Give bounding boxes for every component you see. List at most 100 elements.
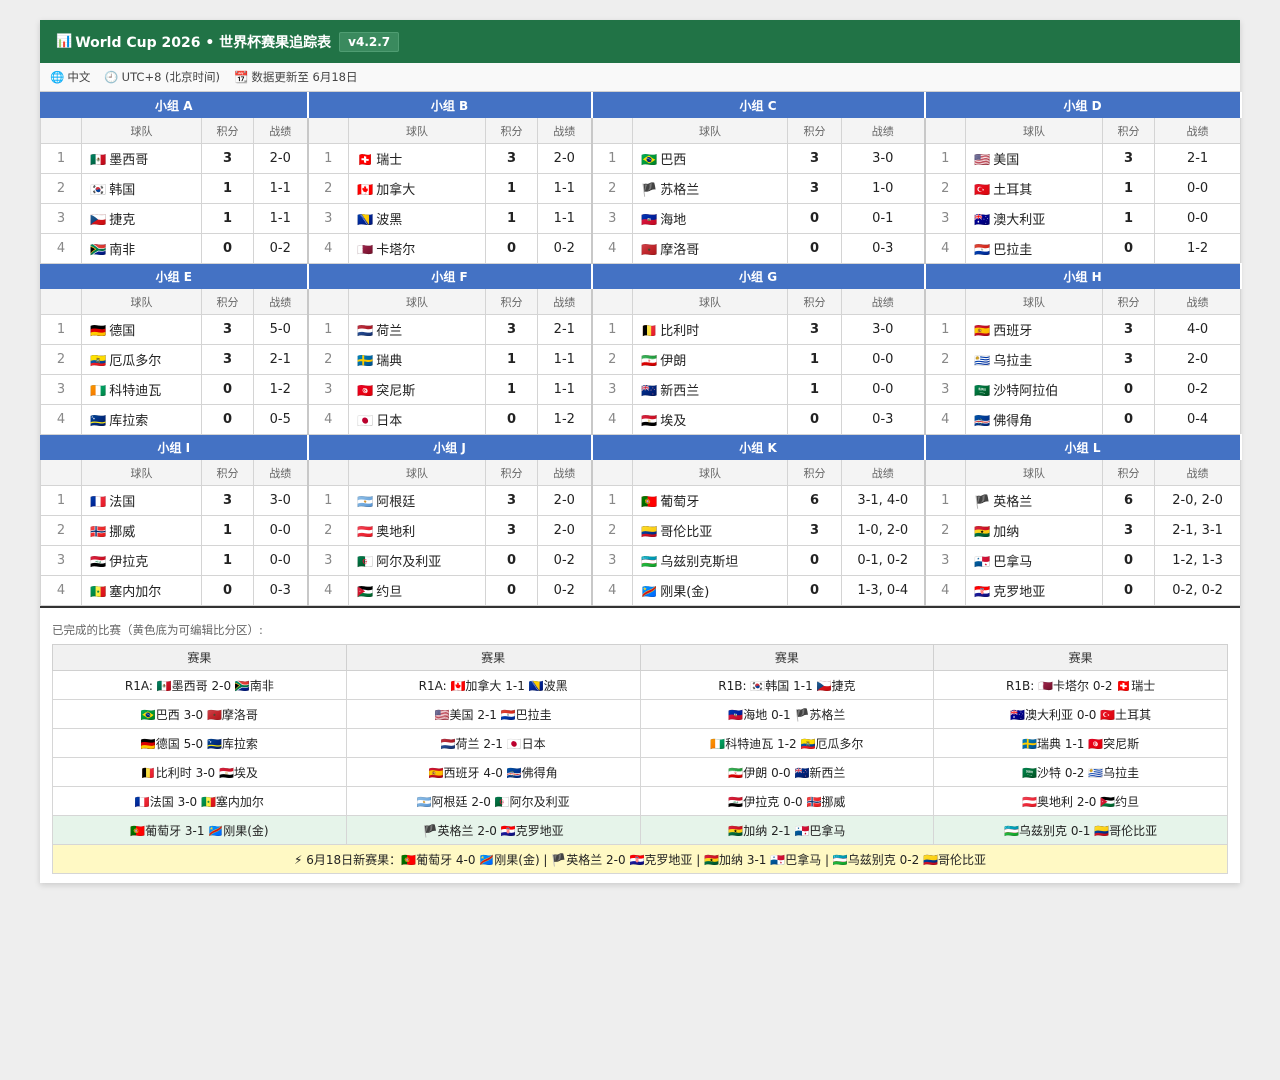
record-cell[interactable]: 2-1: [252, 344, 309, 375]
record-cell[interactable]: 2-1: [537, 314, 593, 345]
points-cell[interactable]: 1: [485, 344, 539, 375]
points-cell[interactable]: 6: [787, 485, 843, 516]
record-cell[interactable]: 0-4: [1154, 404, 1242, 435]
match-result-cell[interactable]: 🇸🇪瑞典 1-1 🇹🇳突尼斯: [933, 728, 1228, 758]
points-cell[interactable]: 3: [1102, 344, 1156, 375]
team-cell[interactable]: 🇭🇷 克罗地亚: [965, 575, 1104, 606]
team-cell[interactable]: 🇶🇦 卡塔尔: [348, 233, 487, 264]
points-cell[interactable]: 0: [787, 233, 843, 264]
team-cell[interactable]: 🇩🇿 阿尔及利亚: [348, 545, 487, 576]
points-cell[interactable]: 1: [1102, 173, 1156, 204]
points-cell[interactable]: 3: [787, 173, 843, 204]
record-cell[interactable]: 1-2: [1154, 233, 1242, 264]
team-cell[interactable]: 🇮🇷 伊朗: [632, 344, 789, 375]
team-cell[interactable]: 🇺🇿 乌兹别克斯坦: [632, 545, 789, 576]
team-cell[interactable]: 🇳🇿 新西兰: [632, 374, 789, 405]
team-cell[interactable]: 🇦🇺 澳大利亚: [965, 203, 1104, 234]
points-cell[interactable]: 1: [201, 515, 254, 546]
record-cell[interactable]: 1-3, 0-4: [841, 575, 926, 606]
team-cell[interactable]: 🇭🇹 海地: [632, 203, 789, 234]
team-cell[interactable]: 🇩🇪 德国: [81, 314, 202, 345]
team-cell[interactable]: 🇦🇹 奥地利: [348, 515, 487, 546]
match-result-cell[interactable]: 🇺🇿乌兹别克 0-1 🇨🇴哥伦比亚: [933, 815, 1228, 845]
team-cell[interactable]: 🇸🇦 沙特阿拉伯: [965, 374, 1104, 405]
record-cell[interactable]: 1-2, 1-3: [1154, 545, 1242, 576]
team-cell[interactable]: 🇨🇼 库拉索: [81, 404, 202, 435]
points-cell[interactable]: 3: [787, 515, 843, 546]
match-result-cell[interactable]: 🇧🇪比利时 3-0 🇪🇬埃及: [52, 757, 347, 787]
record-cell[interactable]: 2-1, 3-1: [1154, 515, 1242, 546]
points-cell[interactable]: 0: [1102, 404, 1156, 435]
match-result-cell[interactable]: 🇮🇶伊拉克 0-0 🇳🇴挪威: [639, 786, 935, 816]
record-cell[interactable]: 3-0: [841, 143, 926, 174]
record-cell[interactable]: 0-1: [841, 203, 926, 234]
record-cell[interactable]: 0-2: [537, 233, 593, 264]
record-cell[interactable]: 4-0: [1154, 314, 1242, 345]
team-cell[interactable]: 🇮🇶 伊拉克: [81, 545, 202, 576]
team-cell[interactable]: 🇯🇵 日本: [348, 404, 487, 435]
record-cell[interactable]: 0-5: [252, 404, 309, 435]
points-cell[interactable]: 1: [201, 173, 254, 204]
match-result-cell[interactable]: R1A: 🇨🇦加拿大 1-1 🇧🇦波黑: [345, 670, 641, 700]
team-cell[interactable]: 🇹🇳 突尼斯: [348, 374, 487, 405]
points-cell[interactable]: 3: [1102, 314, 1156, 345]
record-cell[interactable]: 0-1, 0-2: [841, 545, 926, 576]
record-cell[interactable]: 1-2: [537, 404, 593, 435]
record-cell[interactable]: 2-0: [537, 143, 593, 174]
team-cell[interactable]: 🇨🇿 捷克: [81, 203, 202, 234]
points-cell[interactable]: 1: [787, 344, 843, 375]
record-cell[interactable]: 0-2: [1154, 374, 1242, 405]
team-cell[interactable]: 🇪🇬 埃及: [632, 404, 789, 435]
team-cell[interactable]: 🇧🇦 波黑: [348, 203, 487, 234]
record-cell[interactable]: 0-0: [252, 515, 309, 546]
points-cell[interactable]: 3: [787, 143, 843, 174]
team-cell[interactable]: 🇪🇸 西班牙: [965, 314, 1104, 345]
record-cell[interactable]: 0-2: [537, 545, 593, 576]
points-cell[interactable]: 1: [485, 203, 539, 234]
record-cell[interactable]: 1-0, 2-0: [841, 515, 926, 546]
match-result-cell[interactable]: R1B: 🇶🇦卡塔尔 0-2 🇨🇭瑞士: [933, 670, 1228, 700]
team-cell[interactable]: 🇵🇾 巴拉圭: [965, 233, 1104, 264]
points-cell[interactable]: 3: [1102, 515, 1156, 546]
match-result-cell[interactable]: 🇪🇸西班牙 4-0 🇨🇻佛得角: [345, 757, 641, 787]
team-cell[interactable]: 🇫🇷 法国: [81, 485, 202, 516]
record-cell[interactable]: 0-2: [537, 575, 593, 606]
points-cell[interactable]: 0: [787, 203, 843, 234]
record-cell[interactable]: 0-0: [841, 374, 926, 405]
points-cell[interactable]: 0: [485, 545, 539, 576]
record-cell[interactable]: 0-3: [252, 575, 309, 606]
record-cell[interactable]: 0-3: [841, 233, 926, 264]
record-cell[interactable]: 0-0: [252, 545, 309, 576]
points-cell[interactable]: 0: [201, 233, 254, 264]
points-cell[interactable]: 1: [485, 173, 539, 204]
match-result-cell[interactable]: 🇸🇦沙特 0-2 🇺🇾乌拉圭: [933, 757, 1228, 787]
team-cell[interactable]: 🇺🇾 乌拉圭: [965, 344, 1104, 375]
match-result-cell[interactable]: 🇩🇪德国 5-0 🇨🇼库拉索: [52, 728, 347, 758]
team-cell[interactable]: 🇹🇷 土耳其: [965, 173, 1104, 204]
points-cell[interactable]: 3: [201, 485, 254, 516]
points-cell[interactable]: 0: [1102, 374, 1156, 405]
match-result-cell[interactable]: 🇵🇹葡萄牙 3-1 🇨🇩刚果(金): [52, 815, 347, 845]
match-result-cell[interactable]: 🇫🇷法国 3-0 🇸🇳塞内加尔: [52, 786, 347, 816]
record-cell[interactable]: 1-1: [252, 173, 309, 204]
points-cell[interactable]: 1: [787, 374, 843, 405]
record-cell[interactable]: 2-0: [252, 143, 309, 174]
match-result-cell[interactable]: R1B: 🇰🇷韩国 1-1 🇨🇿捷克: [639, 670, 935, 700]
points-cell[interactable]: 3: [485, 515, 539, 546]
points-cell[interactable]: 0: [787, 575, 843, 606]
team-cell[interactable]: 🇨🇭 瑞士: [348, 143, 487, 174]
record-cell[interactable]: 1-1: [537, 173, 593, 204]
points-cell[interactable]: 3: [201, 143, 254, 174]
points-cell[interactable]: 0: [485, 575, 539, 606]
team-cell[interactable]: 🏴 英格兰: [965, 485, 1104, 516]
record-cell[interactable]: 2-0, 2-0: [1154, 485, 1242, 516]
points-cell[interactable]: 1: [1102, 203, 1156, 234]
team-cell[interactable]: 🇨🇻 佛得角: [965, 404, 1104, 435]
record-cell[interactable]: 2-0: [537, 485, 593, 516]
points-cell[interactable]: 0: [1102, 575, 1156, 606]
team-cell[interactable]: 🇨🇦 加拿大: [348, 173, 487, 204]
team-cell[interactable]: 🇿🇦 南非: [81, 233, 202, 264]
team-cell[interactable]: 🇳🇴 挪威: [81, 515, 202, 546]
language-selector[interactable]: 🌐 中文: [50, 69, 90, 85]
match-result-cell[interactable]: 🇦🇺澳大利亚 0-0 🇹🇷土耳其: [933, 699, 1228, 729]
